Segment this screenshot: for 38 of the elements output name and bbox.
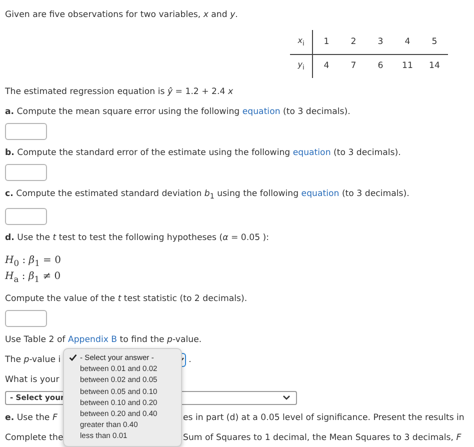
answer-field[interactable] xyxy=(5,310,47,327)
hypothesis: H$_{a}$ : β$_{1}$ ≠ 0 xyxy=(5,270,61,286)
question-text: What is your xyxy=(5,374,60,385)
link[interactable]: equation xyxy=(242,107,280,117)
question-text: Complete the xyxy=(5,432,64,443)
table-cell: 3 xyxy=(367,30,394,54)
period-text: . xyxy=(188,354,192,365)
row-label: x$_{i}$ xyxy=(290,30,312,54)
question-text: The p-value i xyxy=(5,354,61,365)
table-cell: 7 xyxy=(340,54,367,78)
answer-field[interactable] xyxy=(5,208,47,225)
link[interactable]: equation xyxy=(292,148,331,158)
question-text: a. Compute the mean square error using the following equation (to 3 decimals). xyxy=(5,106,350,118)
question-text: d. Use the t test to test the following hypotheses (α = 0.05 ): xyxy=(5,232,270,244)
table-cell: 11 xyxy=(394,54,421,78)
answer-field[interactable] xyxy=(5,123,47,140)
question-text: b. Compute the standard error of the estimate using the following equation (to 3 decimals). xyxy=(5,147,401,159)
link[interactable]: Appendix B xyxy=(68,334,118,345)
checkmark-icon xyxy=(69,354,77,361)
table-cell: 4 xyxy=(312,54,340,78)
question-text: Compute the value of the t test statistic (to 2 decimals). xyxy=(5,292,248,305)
table-cell: 1 xyxy=(312,30,340,54)
answer-field[interactable] xyxy=(5,164,47,181)
hypothesis: H$_{0}$ : β$_{1}$ = 0 xyxy=(5,254,61,270)
table-cell: 4 xyxy=(394,30,421,54)
question-text: e. Use the F xyxy=(5,412,58,423)
question-text: Given are five observations for two variables, x and y. xyxy=(5,9,238,21)
row-label: y$_{i}$ xyxy=(290,54,312,78)
question-text: es in part (d) at a 0.05 level of significance. Present the results in xyxy=(183,412,464,423)
table-cell: 2 xyxy=(340,30,367,54)
table-cell: 5 xyxy=(421,30,448,54)
question-text: c. Compute the estimated standard deviation b$_{1}$ using the following equation (to 3 decimals). xyxy=(5,188,410,203)
question-text: The estimated regression equation is ŷ = 1.2 + 2.4 x xyxy=(5,86,234,98)
question-text: Use Table 2 of Appendix B to find the p-value. xyxy=(5,334,202,346)
table-cell: 14 xyxy=(421,54,448,78)
question-text: Sum of Squares to 1 decimal, the Mean Squares to 3 decimals, F xyxy=(183,432,462,443)
link[interactable]: equation xyxy=(301,189,340,199)
table-cell: 6 xyxy=(367,54,394,78)
